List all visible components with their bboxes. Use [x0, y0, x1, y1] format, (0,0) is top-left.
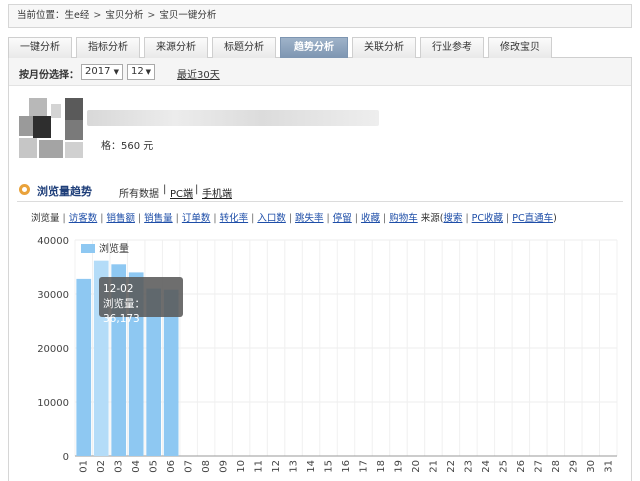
metric-conversion[interactable]: 转化率	[220, 213, 249, 224]
x-tick-label: 17	[358, 460, 369, 473]
metric-entrances[interactable]: 入口数	[257, 213, 286, 224]
tab-edit-item[interactable]: 修改宝贝	[488, 37, 552, 58]
source-label: 来源(	[420, 213, 444, 224]
breadcrumb-item-analysis[interactable]: 宝贝分析	[105, 10, 143, 21]
bar-01	[76, 278, 92, 456]
trend-header: 浏览量趋势 所有数据 | PC端 | 手机端	[17, 182, 623, 202]
tooltip-date: 12-02	[103, 283, 134, 295]
x-tick-label: 28	[551, 460, 562, 473]
main-panel: 按月份选择： 2017 ▼ 12 ▼ 最近30天 格：560 元 浏览量趋势 所…	[8, 58, 632, 481]
x-tick-label: 11	[254, 460, 265, 473]
source-mobile[interactable]: 手机端	[202, 185, 232, 200]
metric-bounce-rate[interactable]: 跳失率	[295, 213, 324, 224]
month-bar: 按月份选择： 2017 ▼ 12 ▼ 最近30天	[9, 58, 631, 86]
x-tick-label: 24	[481, 460, 492, 473]
source-search[interactable]: 搜索	[443, 213, 462, 224]
metric-pageviews[interactable]: 浏览量	[31, 213, 60, 224]
legend-label: 浏览量	[99, 242, 129, 255]
metric-visitors[interactable]: 访客数	[69, 213, 98, 224]
source-pc-favorites[interactable]: PC收藏	[472, 213, 503, 224]
x-tick-label: 01	[79, 460, 90, 473]
y-tick-label: 0	[63, 452, 69, 463]
month-label: 按月份选择：	[19, 70, 79, 81]
x-tick-label: 18	[376, 460, 387, 473]
breadcrumb-separator: >	[93, 10, 102, 21]
x-tick-label: 05	[149, 460, 160, 473]
recent-30-days-link[interactable]: 最近30天	[177, 66, 220, 81]
x-tick-label: 12	[271, 460, 282, 473]
metric-favorites[interactable]: 收藏	[361, 213, 380, 224]
tab-trend[interactable]: 趋势分析	[280, 37, 348, 58]
x-tick-label: 29	[568, 460, 579, 473]
x-tick-label: 13	[289, 460, 300, 473]
x-tick-label: 26	[516, 460, 527, 473]
x-tick-label: 27	[533, 460, 544, 473]
tab-metric[interactable]: 指标分析	[76, 37, 140, 58]
breadcrumb-item-home[interactable]: 生e经	[65, 10, 90, 21]
metric-orders[interactable]: 订单数	[182, 213, 211, 224]
source-close: )	[553, 213, 557, 224]
metric-sales-amount[interactable]: 销售额	[106, 213, 135, 224]
x-tick-label: 20	[411, 460, 422, 473]
circle-bullet-icon	[19, 184, 30, 195]
x-tick-label: 02	[96, 460, 107, 473]
source-pc[interactable]: PC端	[170, 185, 193, 200]
x-tick-label: 04	[131, 460, 142, 473]
x-tick-label: 07	[184, 460, 195, 473]
y-tick-label: 10000	[37, 398, 69, 409]
x-tick-label: 25	[498, 460, 509, 473]
x-tick-label: 30	[586, 460, 597, 473]
chart-tooltip: 12-02 浏览量：36,173	[99, 277, 183, 325]
x-tick-label: 16	[341, 460, 352, 473]
x-tick-label: 15	[324, 460, 335, 473]
product-title-blurred	[87, 110, 379, 126]
chevron-down-icon: ▼	[145, 68, 151, 76]
x-tick-label: 14	[306, 460, 317, 473]
y-tick-label: 30000	[37, 290, 69, 301]
trend-title: 浏览量趋势	[37, 185, 92, 198]
tooltip-value: 浏览量：36,173	[103, 298, 145, 325]
tab-bar: 一键分析 指标分析 来源分析 标题分析 趋势分析 关联分析 行业参考 修改宝贝	[8, 36, 632, 58]
x-tick-label: 23	[463, 460, 474, 473]
metric-dwell[interactable]: 停留	[333, 213, 352, 224]
tab-one-click[interactable]: 一键分析	[8, 37, 72, 58]
x-tick-label: 19	[393, 460, 404, 473]
pageviews-chart: 0 10000 20000 30000 40000 01 02 03 04 05 06 07 08 09 1…	[37, 236, 618, 473]
y-tick-label: 20000	[37, 344, 69, 355]
metric-cart[interactable]: 购物车	[389, 213, 418, 224]
x-tick-label: 31	[603, 460, 614, 473]
x-tick-label: 21	[428, 460, 439, 473]
breadcrumb-prefix: 当前位置：	[17, 10, 65, 21]
year-select[interactable]: 2017 ▼	[81, 64, 123, 80]
metric-links: 浏览量 | 访客数 | 销售额 | 销售量 | 订单数 | 转化率 | 入口数 | 跳失率 | 停留 | 收藏 | 购物…	[31, 213, 557, 224]
month-select[interactable]: 12 ▼	[127, 64, 155, 80]
x-tick-label: 03	[114, 460, 125, 473]
y-tick-label: 40000	[37, 236, 69, 247]
breadcrumb: 当前位置：生e经 > 宝贝分析 > 宝贝一键分析	[8, 4, 632, 28]
tab-title[interactable]: 标题分析	[212, 37, 276, 58]
tab-source[interactable]: 来源分析	[144, 37, 208, 58]
x-tick-label: 10	[236, 460, 247, 473]
source-all-data[interactable]: 所有数据	[119, 185, 159, 200]
tab-industry[interactable]: 行业参考	[420, 37, 484, 58]
year-value: 2017	[85, 66, 111, 77]
page: 当前位置：生e经 > 宝贝分析 > 宝贝一键分析 一键分析 指标分析 来源分析 标题分析…	[0, 0, 640, 481]
breadcrumb-item-current: 宝贝一键分析	[159, 10, 217, 21]
x-tick-label: 22	[446, 460, 457, 473]
legend-swatch	[81, 244, 95, 253]
x-tick-label: 08	[201, 460, 212, 473]
metric-sales-volume[interactable]: 销售量	[144, 213, 173, 224]
breadcrumb-separator: >	[147, 10, 156, 21]
x-tick-label: 06	[166, 460, 177, 473]
source-pc-ads[interactable]: PC直通车	[512, 213, 553, 224]
product-price: 格：560 元	[101, 141, 154, 152]
tab-relation[interactable]: 关联分析	[352, 37, 416, 58]
chevron-down-icon: ▼	[113, 68, 119, 76]
month-value: 12	[131, 66, 144, 77]
product-image	[19, 98, 87, 158]
x-tick-label: 09	[219, 460, 230, 473]
